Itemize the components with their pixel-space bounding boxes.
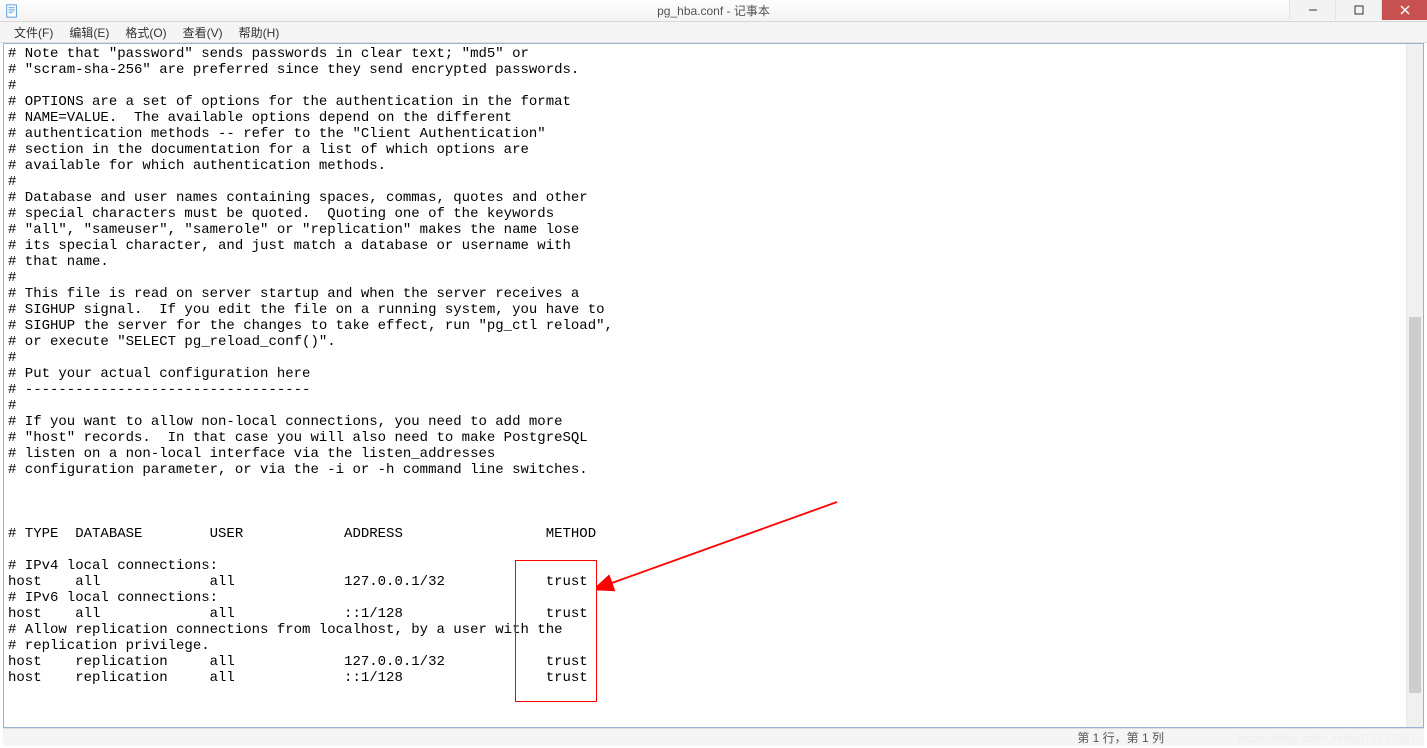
maximize-button[interactable] — [1335, 0, 1381, 20]
menu-file[interactable]: 文件(F) — [6, 22, 61, 43]
menubar: 文件(F) 编辑(E) 格式(O) 查看(V) 帮助(H) — [0, 22, 1427, 43]
close-button[interactable] — [1381, 0, 1427, 20]
vertical-scrollbar-thumb[interactable] — [1409, 317, 1421, 693]
minimize-button[interactable] — [1289, 0, 1335, 20]
notepad-app-icon — [4, 3, 20, 19]
window-title: pg_hba.conf - 记事本 — [657, 2, 770, 19]
window-controls — [1289, 0, 1427, 20]
menu-help[interactable]: 帮助(H) — [231, 22, 288, 43]
menu-edit[interactable]: 编辑(E) — [61, 22, 117, 43]
titlebar: pg_hba.conf - 记事本 — [0, 0, 1427, 22]
editor-viewport: # Note that "password" sends passwords i… — [3, 43, 1424, 728]
cursor-position-status: 第 1 行，第 1 列 — [1077, 729, 1164, 746]
menu-format[interactable]: 格式(O) — [117, 22, 174, 43]
watermark-text: https://blog.csdn.net/u013237351 — [1238, 733, 1417, 745]
vertical-scrollbar[interactable] — [1406, 44, 1423, 727]
statusbar: 第 1 行，第 1 列 — [3, 728, 1424, 746]
text-area[interactable]: # Note that "password" sends passwords i… — [4, 44, 1423, 688]
menu-view[interactable]: 查看(V) — [175, 22, 231, 43]
